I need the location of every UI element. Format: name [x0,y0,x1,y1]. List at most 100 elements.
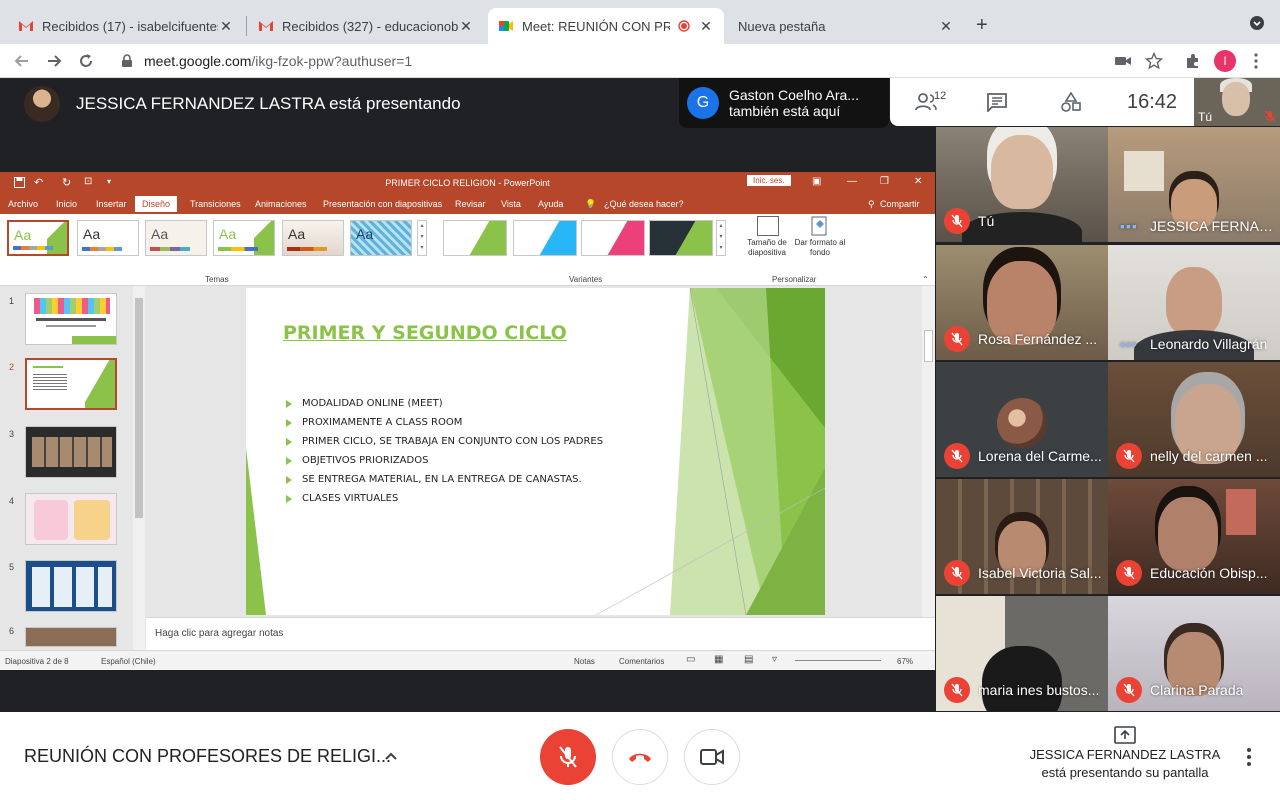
tab-search-icon[interactable] [1250,16,1264,30]
thumbnail-scroll-thumb[interactable] [135,298,143,518]
participant-tile-lorena[interactable]: Lorena del Carme... [936,362,1108,477]
menu-animaciones[interactable]: Animaciones [255,199,307,209]
extensions-icon[interactable] [1184,52,1202,70]
participant-tile-clarina[interactable]: Clarina Parada [1108,596,1280,711]
reading-view-icon[interactable]: ▤ [744,654,753,665]
chevron-up-icon[interactable] [383,748,399,764]
recording-icon [678,20,690,32]
status-comments[interactable]: Comentarios [619,657,664,666]
theme-thumb-6[interactable]: Aa [350,220,412,256]
theme-sample-text: Aa [356,226,374,242]
pp-sign-in-button[interactable]: Inic. ses. [747,175,791,186]
slide-size-button[interactable]: Tamaño de diapositiva [739,238,795,258]
notification-text: también está aquí [729,103,841,119]
menu-inicio[interactable]: Inicio [56,199,77,209]
variant-thumb-2[interactable] [513,220,577,256]
slideshow-view-icon[interactable]: ▿ [772,654,777,665]
tab-gmail-2[interactable]: Recibidos (327) - educacionobispado ✕ [248,8,484,44]
toggle-mic-button[interactable] [540,729,596,785]
variant-thumb-3[interactable] [581,220,645,256]
zoom-level[interactable]: 67% [897,657,913,666]
participant-tile-nelly[interactable]: nelly del carmen ... [1108,362,1280,477]
slide-number: 6 [9,626,15,636]
menu-ayuda[interactable]: Ayuda [538,199,563,209]
menu-presentacion[interactable]: Presentación con diapositivas [323,199,442,209]
menu-transiciones[interactable]: Transiciones [190,199,241,209]
slide-scroll-thumb[interactable] [924,330,933,362]
participant-face [991,135,1053,209]
forward-icon[interactable] [44,51,64,71]
meet-control-bar: REUNIÓN CON PROFESORES DE RELIGI... JESS… [0,712,1280,800]
status-slide-count: Diapositiva 2 de 8 [5,657,69,666]
profile-avatar[interactable]: I [1214,50,1236,72]
close-tab-icon[interactable]: ✕ [698,18,714,35]
self-preview[interactable]: Tú [1194,78,1280,126]
activities-icon[interactable] [1060,92,1082,112]
new-tab-icon[interactable]: + [976,14,988,37]
participant-tile-isabel[interactable]: Isabel Victoria Sal... [936,479,1108,594]
slide-scrollbar[interactable] [922,286,935,617]
collapse-ribbon-icon[interactable]: ⌃ [922,275,929,284]
notes-pane[interactable]: Haga clic para agregar notas [146,617,935,650]
theme-thumb-5[interactable]: Aa [282,220,344,256]
menu-revisar[interactable]: Revisar [455,199,486,209]
share-icon[interactable]: ⚲ [868,199,875,210]
menu-diseno[interactable]: Diseño [135,196,178,212]
variant-thumb-4[interactable] [649,220,713,256]
slide-sorter-icon[interactable]: ▦ [714,654,723,665]
reload-icon[interactable] [76,51,96,71]
slide-thumbnail-3[interactable] [25,426,117,478]
meeting-title[interactable]: REUNIÓN CON PROFESORES DE RELIGI... [24,746,391,767]
theme-thumb-4[interactable]: Aa [213,220,275,256]
camera-icon[interactable] [1114,52,1132,70]
thumbnail-scrollbar[interactable] [133,286,145,650]
close-tab-icon[interactable]: ✕ [938,18,954,35]
slide-bullet: PROXIMAMENTE A CLASS ROOM [286,413,603,432]
variants-scroll[interactable]: ▴ ▾ ▾ [716,220,726,256]
format-background-button[interactable]: Dar formato al fondo [794,238,846,258]
tab-meet[interactable]: Meet: REUNIÓN CON PROFESORES ✕ [488,8,724,44]
menu-insertar[interactable]: Insertar [96,199,127,209]
address-bar[interactable]: meet.google.com/ikg-fzok-ppw?authuser=1 [108,47,1178,75]
restore-icon[interactable]: ❐ [880,176,889,187]
more-options-icon[interactable] [1247,748,1251,766]
menu-compartir[interactable]: Compartir [880,199,920,209]
back-icon[interactable] [12,51,32,71]
slide-thumbnail-6[interactable] [25,627,117,647]
variant-thumb-1[interactable] [443,220,507,256]
zoom-slider[interactable] [795,660,881,661]
theme-thumb-2[interactable]: Aa [77,220,139,256]
tab-new[interactable]: Nueva pestaña ✕ [728,8,964,44]
participant-tile-educacion[interactable]: Educación Obisp... [1108,479,1280,594]
participant-tile-maria[interactable]: maria ines bustos... [936,596,1108,711]
participant-tile-self[interactable]: Tú [936,127,1108,242]
minimize-icon[interactable]: — [847,176,857,187]
leave-call-button[interactable] [612,729,668,785]
slide-thumbnail-2[interactable] [25,358,117,410]
slide-thumbnail-1[interactable] [25,293,117,345]
normal-view-icon[interactable]: ▭ [686,654,695,665]
browser-menu-icon[interactable] [1254,53,1258,69]
menu-search[interactable]: ¿Qué desea hacer? [604,199,684,209]
current-slide[interactable]: PRIMER Y SEGUNDO CICLO MODALIDAD ONLINE … [246,288,825,615]
toggle-camera-button[interactable] [684,729,740,785]
slide-thumbnail-5[interactable] [25,560,117,612]
participant-tile-leonardo[interactable]: ••• Leonardo Villagrán [1108,245,1280,360]
menu-vista[interactable]: Vista [501,199,521,209]
status-notes[interactable]: Notas [574,657,595,666]
close-tab-icon[interactable]: ✕ [218,18,234,35]
close-window-icon[interactable]: ✕ [914,176,922,187]
themes-scroll[interactable]: ▴ ▾ ▾ [417,220,427,256]
theme-thumb-3[interactable]: Aa [145,220,207,256]
participant-tile-jessica[interactable]: ▪▪▪ JESSICA FERNAN... [1108,127,1280,242]
participant-tile-rosa[interactable]: Rosa Fernández ... [936,245,1108,360]
star-icon[interactable] [1145,52,1163,70]
theme-thumb-1[interactable]: Aa [7,220,69,256]
ribbon-display-icon[interactable]: ▣ [812,176,821,187]
menu-archivo[interactable]: Archivo [8,199,38,209]
presenting-status[interactable]: JESSICA FERNANDEZ LASTRA está presentand… [1025,726,1225,782]
close-tab-icon[interactable]: ✕ [458,18,474,35]
chat-icon[interactable] [986,92,1008,112]
slide-thumbnail-4[interactable] [25,493,117,545]
tab-gmail-1[interactable]: Recibidos (17) - isabelcifuentes ✕ [8,8,244,44]
